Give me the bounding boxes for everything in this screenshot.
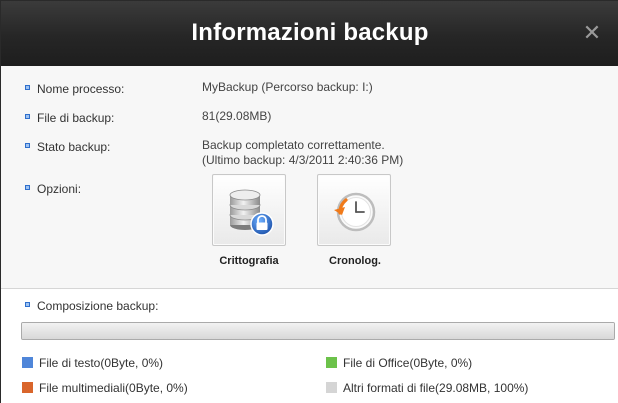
files-label: File di backup: — [37, 110, 115, 125]
legend-text-files-label: File di testo(0Byte, 0%) — [39, 356, 164, 370]
text-files-swatch — [22, 357, 33, 369]
composition-label: Composizione backup: — [37, 298, 159, 313]
process-row: Nome processo: — [25, 81, 124, 96]
backup-info-dialog: Informazioni backup ✕ Nome processo: MyB… — [0, 0, 618, 403]
other-files-swatch — [326, 382, 337, 394]
legend-other-files-label: Altri formati di file(29.08MB, 100%) — [343, 381, 529, 395]
legend-media-files-label: File multimediali(0Byte, 0%) — [39, 381, 188, 395]
dialog-title: Informazioni backup — [191, 19, 429, 46]
files-value: 81(29.08MB) — [202, 109, 272, 123]
close-icon[interactable]: ✕ — [581, 22, 603, 45]
bullet-icon — [25, 185, 30, 191]
legend-office-files-label: File di Office(0Byte, 0%) — [343, 356, 473, 370]
files-row: File di backup: — [25, 110, 114, 125]
status-row: Stato backup: — [25, 139, 110, 154]
options-row: Opzioni: — [25, 181, 81, 196]
office-files-swatch — [326, 357, 337, 369]
encryption-button[interactable] — [212, 174, 286, 246]
legend-other-files: Altri formati di file(29.08MB, 100%) — [326, 381, 528, 395]
encryption-label: Crittografia — [219, 255, 279, 267]
clock-restore-icon — [334, 192, 376, 232]
history-button[interactable] — [317, 174, 391, 246]
status-value-line1: Backup completato correttamente. — [202, 138, 385, 152]
composition-row: Composizione backup: — [25, 298, 158, 313]
bullet-icon — [25, 143, 30, 149]
status-label: Stato backup: — [37, 139, 111, 154]
bullet-icon — [25, 302, 30, 308]
status-value-line2: (Ultimo backup: 4/3/2011 2:40:36 PM) — [202, 153, 404, 167]
title-bar: Informazioni backup ✕ — [1, 1, 618, 66]
composition-progress-bar — [21, 322, 615, 340]
bullet-icon — [25, 85, 30, 91]
bullet-icon — [25, 114, 30, 120]
composition-progress-fill — [22, 323, 614, 339]
options-label: Opzioni: — [37, 181, 82, 196]
process-value: MyBackup (Percorso backup: I:) — [202, 80, 373, 94]
process-label: Nome processo: — [37, 81, 125, 96]
history-label: Cronolog. — [329, 255, 381, 267]
legend-office-files: File di Office(0Byte, 0%) — [326, 356, 472, 370]
legend-text-files: File di testo(0Byte, 0%) — [22, 356, 163, 370]
database-lock-icon — [229, 189, 274, 236]
legend-media-files: File multimediali(0Byte, 0%) — [22, 381, 188, 395]
media-files-swatch — [22, 382, 33, 394]
